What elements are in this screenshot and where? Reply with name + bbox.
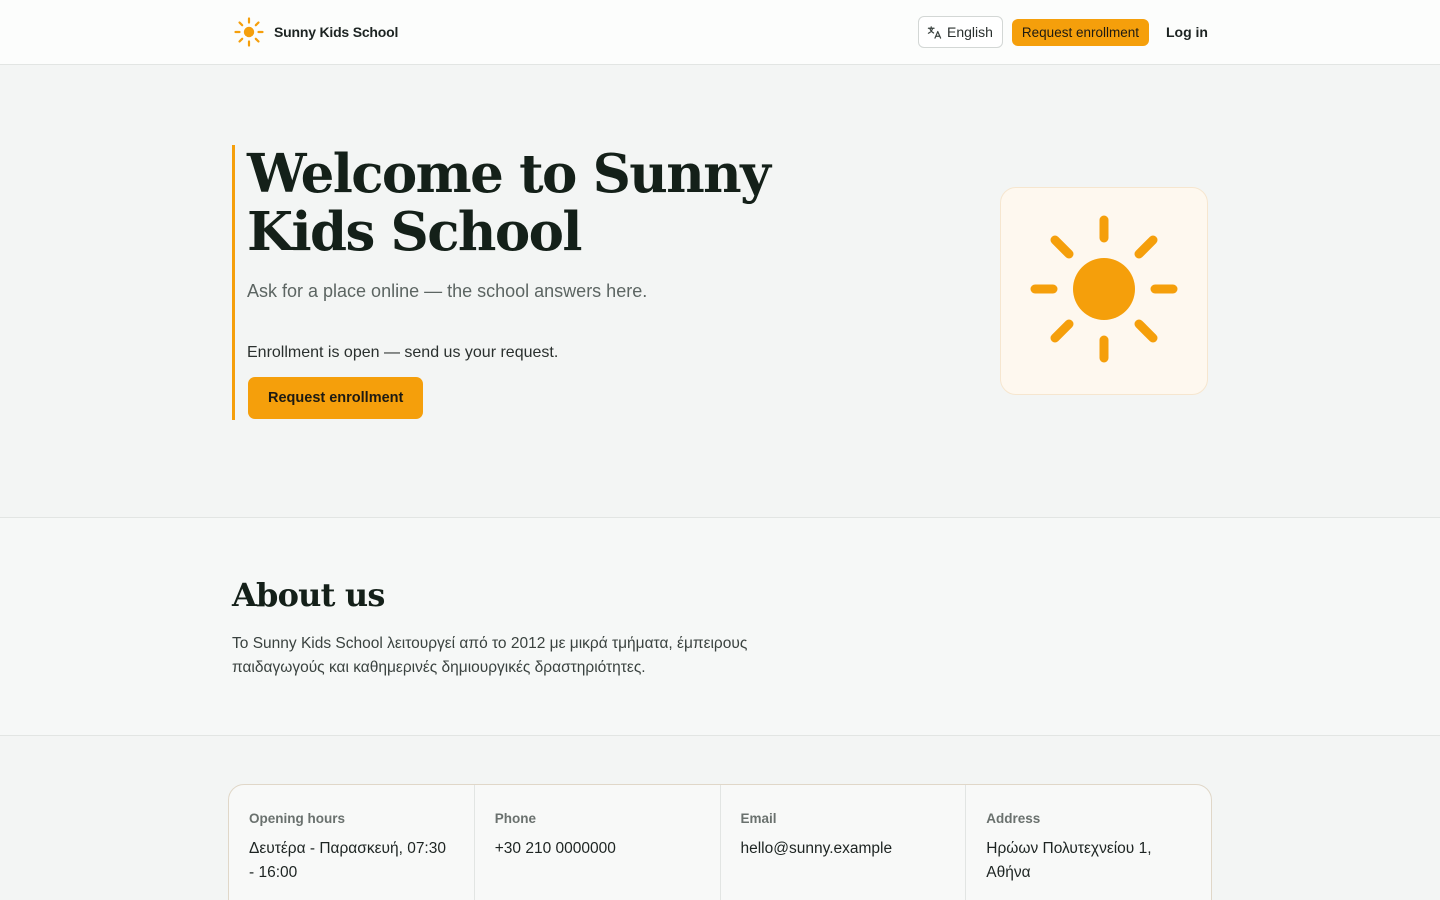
brand-name: Sunny Kids School	[274, 24, 399, 40]
about-inner: About us Το Sunny Kids School λειτουργεί…	[232, 518, 1208, 680]
about-title: About us	[232, 576, 385, 614]
contact-card: Opening hours Δευτέρα - Παρασκευή, 07:30…	[228, 784, 1212, 900]
header-inner: Sunny Kids School English Request enroll…	[232, 0, 1208, 64]
contact-email: Email hello@sunny.example	[721, 785, 967, 900]
enrollment-status: Enrollment is open — send us your reques…	[247, 344, 559, 361]
contact-label: Email	[740, 811, 777, 826]
contact-value: Δευτέρα - Παρασκευή, 07:30 - 16:00	[249, 840, 446, 881]
language-button[interactable]: English	[918, 16, 1003, 48]
hero-enroll-button[interactable]: Request enrollment	[248, 377, 424, 419]
hero-title: Welcome to Sunny Kids School	[247, 143, 771, 263]
about-text: Το Sunny Kids School λειτουργεί από το 2…	[232, 635, 748, 676]
site-header: Sunny Kids School English Request enroll…	[0, 0, 1440, 65]
contact-section: Opening hours Δευτέρα - Παρασκευή, 07:30…	[0, 736, 1440, 900]
hero-illustration	[1000, 187, 1208, 395]
hero-subtitle: Ask for a place online — the school answ…	[247, 281, 648, 301]
hero-text: Welcome to Sunny Kids School Ask for a p…	[232, 145, 792, 420]
header-actions: English Request enrollment Log in	[918, 16, 1208, 48]
about-section: About us Το Sunny Kids School λειτουργεί…	[0, 518, 1440, 736]
hero-inner: Welcome to Sunny Kids School Ask for a p…	[232, 65, 1208, 517]
header-enroll-button[interactable]: Request enrollment	[1011, 18, 1149, 46]
contact-address: Address Ηρώων Πολυτεχνείου 1, Αθήνα	[966, 785, 1211, 900]
language-label: English	[947, 24, 993, 40]
login-link[interactable]: Log in	[1158, 24, 1208, 40]
contact-inner: Opening hours Δευτέρα - Παρασκευή, 07:30…	[228, 736, 1212, 900]
hero-section: Welcome to Sunny Kids School Ask for a p…	[0, 65, 1440, 518]
contact-label: Opening hours	[249, 811, 345, 826]
contact-label: Address	[986, 811, 1041, 826]
email-link[interactable]: hello@sunny.example	[741, 837, 946, 861]
translate-icon	[927, 25, 942, 40]
phone-link[interactable]: +30 210 0000000	[495, 837, 700, 861]
contact-value: Ηρώων Πολυτεχνείου 1, Αθήνα	[986, 840, 1152, 881]
sun-icon	[1029, 214, 1179, 369]
sun-icon	[232, 15, 266, 49]
contact-opening-hours: Opening hours Δευτέρα - Παρασκευή, 07:30…	[229, 785, 475, 900]
contact-phone: Phone +30 210 0000000	[475, 785, 721, 900]
contact-label: Phone	[494, 811, 537, 826]
brand[interactable]: Sunny Kids School	[232, 15, 398, 49]
